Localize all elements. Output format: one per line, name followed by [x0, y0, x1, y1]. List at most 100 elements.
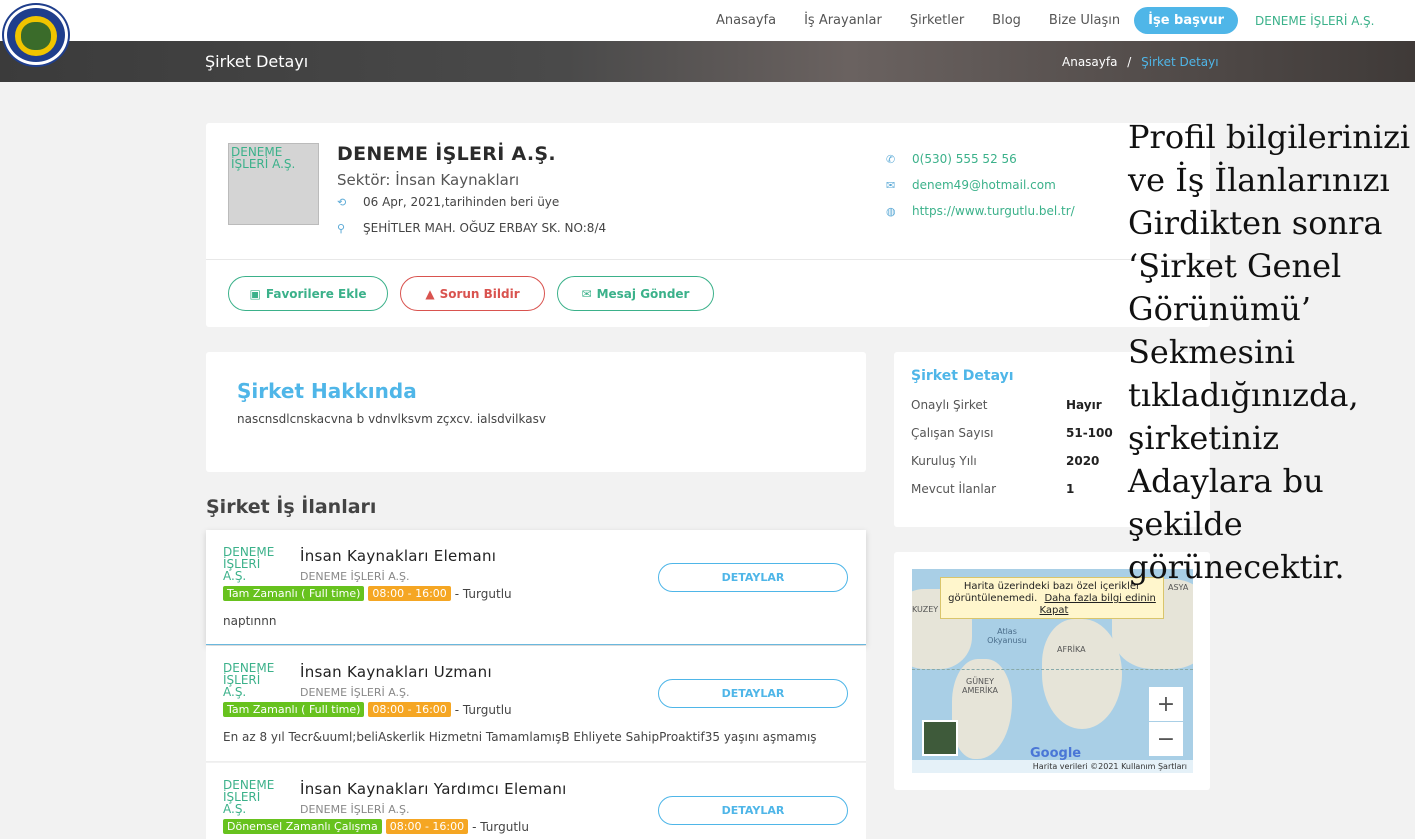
job-company-logo: DENEME İŞLERİ A.Ş. — [223, 661, 275, 699]
detail-value: Hayır — [1066, 398, 1102, 412]
map-label-atlas: Atlas Okyanusu — [987, 627, 1027, 645]
job-company-logo: DENEME İŞLERİ A.Ş. — [223, 545, 275, 583]
send-message-label: Mesaj Gönder — [596, 286, 690, 301]
company-details-title: Şirket Detayı — [911, 368, 1014, 384]
job-location: - Turgutlu — [454, 586, 512, 601]
map-learn-more-link[interactable]: Daha fazla bilgi edinin — [1044, 593, 1155, 604]
breadcrumb-current: Şirket Detayı — [1141, 55, 1219, 69]
nav-menu: Anasayfa İş Arayanlar Şirketler Blog Biz… — [716, 0, 1415, 41]
detail-value: 51-100 — [1066, 426, 1113, 440]
report-issue-label: Sorun Bildir — [439, 286, 520, 301]
job-title[interactable]: İnsan Kaynakları Elemanı — [300, 547, 496, 565]
job-location: - Turgutlu — [472, 819, 529, 834]
job-details-button[interactable]: DETAYLAR — [658, 679, 848, 708]
job-description: En az 8 yıl Tecr&uuml;beliAskerlik Hizme… — [223, 730, 817, 744]
save-icon: ▣ — [249, 286, 261, 301]
job-description: naptınnn — [223, 614, 277, 628]
company-address-text: ŞEHİTLER MAH. OĞUZ ERBAY SK. NO:8/4 — [363, 221, 607, 235]
job-details-button[interactable]: DETAYLAR — [658, 563, 848, 592]
detail-label: Onaylı Şirket — [911, 398, 988, 412]
google-map[interactable]: KUZEY AMERİKA Atlas Okyanusu AFRİKA GÜNE… — [912, 569, 1193, 773]
map-attribution[interactable]: Harita verileri ©2021 Kullanım Şartları — [912, 760, 1193, 773]
company-brand-image[interactable]: DENEME İŞLERİ A.Ş. — [1255, 14, 1395, 28]
job-item: DENEME İŞLERİ A.Ş. İnsan Kaynakları Yard… — [206, 763, 866, 839]
job-details-button[interactable]: DETAYLAR — [658, 796, 848, 825]
satellite-view-toggle[interactable] — [922, 720, 958, 756]
job-item: DENEME İŞLERİ A.Ş. İnsan Kaynakları Uzma… — [206, 646, 866, 762]
job-hours-badge: 08:00 - 16:00 — [368, 586, 451, 601]
job-tags: Dönemsel Zamanlı Çalışma 08:00 - 16:00 -… — [223, 819, 529, 834]
envelope-icon: ✉ — [886, 178, 896, 192]
company-email-text[interactable]: denem49@hotmail.com — [912, 178, 1056, 192]
breadcrumb-separator: / — [1127, 55, 1132, 69]
company-sector: Sektör: İnsan Kaynakları — [337, 171, 520, 189]
globe-icon: ◍ — [886, 204, 896, 218]
detail-label: Çalışan Sayısı — [911, 426, 994, 440]
job-item: DENEME İŞLERİ A.Ş. İnsan Kaynakları Elem… — [206, 530, 866, 645]
grape-icon — [21, 22, 51, 50]
company-address: ⚲ ŞEHİTLER MAH. OĞUZ ERBAY SK. NO:8/4 — [337, 221, 606, 235]
apply-button[interactable]: İşe başvur — [1134, 7, 1238, 34]
warning-icon: ▲ — [425, 286, 435, 301]
nav-blog[interactable]: Blog — [992, 13, 1021, 28]
map-close-link[interactable]: Kapat — [1040, 605, 1069, 616]
nav-contact[interactable]: Bize Ulaşın — [1049, 13, 1120, 28]
job-tags: Tam Zamanlı ( Full time) 08:00 - 16:00 -… — [223, 702, 512, 717]
about-text: nascnsdlcnskacvna b vdnvlksvm zçxcv. ial… — [237, 412, 546, 426]
phone-icon: ✆ — [886, 152, 896, 166]
job-title[interactable]: İnsan Kaynakları Yardımcı Elemanı — [300, 780, 567, 798]
breadcrumb: Anasayfa / Şirket Detayı — [1062, 55, 1219, 69]
job-hours-badge: 08:00 - 16:00 — [385, 819, 469, 834]
instruction-note: Profil bilgilerinizi ve İş İlanlarınızı … — [1128, 118, 1411, 586]
job-company: DENEME İŞLERİ A.Ş. — [300, 803, 410, 816]
job-type-badge: Dönemsel Zamanlı Çalışma — [223, 819, 382, 834]
nav-companies[interactable]: Şirketler — [910, 13, 964, 28]
envelope-icon: ✉ — [581, 286, 592, 301]
add-favorite-button[interactable]: ▣ Favorilere Ekle — [228, 276, 388, 311]
nav-home[interactable]: Anasayfa — [716, 13, 776, 28]
history-icon: ⟲ — [337, 195, 347, 209]
job-location: - Turgutlu — [454, 702, 512, 717]
job-company-logo: DENEME İŞLERİ A.Ş. — [223, 778, 275, 816]
company-phone-text[interactable]: 0(530) 555 52 56 — [912, 152, 1017, 166]
detail-value: 2020 — [1066, 454, 1100, 468]
job-tags: Tam Zamanlı ( Full time) 08:00 - 16:00 -… — [223, 586, 512, 601]
add-favorite-label: Favorilere Ekle — [265, 286, 367, 301]
member-since: ⟲ 06 Apr, 2021,tarihinden beri üye — [337, 195, 559, 209]
job-type-badge: Tam Zamanlı ( Full time) — [223, 586, 365, 601]
detail-label: Kuruluş Yılı — [911, 454, 977, 468]
map-label-africa: AFRİKA — [1057, 645, 1086, 654]
job-title[interactable]: İnsan Kaynakları Uzmanı — [300, 663, 492, 681]
page-banner: Şirket Detayı Anasayfa / Şirket Detayı — [0, 41, 1415, 82]
top-navbar: Anasayfa İş Arayanlar Şirketler Blog Biz… — [0, 0, 1415, 65]
job-type-badge: Tam Zamanlı ( Full time) — [223, 702, 365, 717]
company-name: DENEME İŞLERİ A.Ş. — [337, 143, 556, 165]
zoom-in-button[interactable]: + — [1149, 687, 1183, 721]
job-company: DENEME İŞLERİ A.Ş. — [300, 570, 410, 583]
zoom-out-button[interactable]: − — [1149, 722, 1183, 756]
google-logo: Google — [1030, 746, 1082, 761]
map-marker-icon: ⚲ — [337, 221, 346, 235]
map-land — [1042, 619, 1122, 729]
map-label-south-america: GÜNEY AMERİKA — [962, 677, 998, 695]
send-message-button[interactable]: ✉ Mesaj Gönder — [557, 276, 714, 311]
page-title: Şirket Detayı — [205, 52, 309, 71]
about-card: Şirket Hakkında nascnsdlcnskacvna b vdnv… — [206, 352, 866, 472]
detail-value: 1 — [1066, 482, 1075, 496]
company-phone: ✆ 0(530) 555 52 56 — [886, 152, 1017, 166]
detail-label: Mevcut İlanlar — [911, 482, 997, 496]
municipality-logo[interactable] — [4, 5, 68, 65]
breadcrumb-home[interactable]: Anasayfa — [1062, 55, 1117, 69]
nav-job-seekers[interactable]: İş Arayanlar — [804, 13, 882, 28]
member-since-text: 06 Apr, 2021,tarihinden beri üye — [363, 195, 560, 209]
company-email: ✉ denem49@hotmail.com — [886, 178, 1056, 192]
jobs-section-title: Şirket İş İlanları — [206, 496, 377, 518]
company-logo: DENEME İŞLERİ A.Ş. — [228, 143, 319, 225]
job-company: DENEME İŞLERİ A.Ş. — [300, 686, 410, 699]
report-issue-button[interactable]: ▲ Sorun Bildir — [400, 276, 545, 311]
about-title: Şirket Hakkında — [237, 379, 417, 403]
company-website-link[interactable]: https://www.turgutlu.bel.tr/ — [912, 204, 1075, 218]
job-hours-badge: 08:00 - 16:00 — [368, 702, 451, 717]
company-website: ◍ https://www.turgutlu.bel.tr/ — [886, 204, 1075, 218]
equator-line — [912, 669, 1193, 670]
